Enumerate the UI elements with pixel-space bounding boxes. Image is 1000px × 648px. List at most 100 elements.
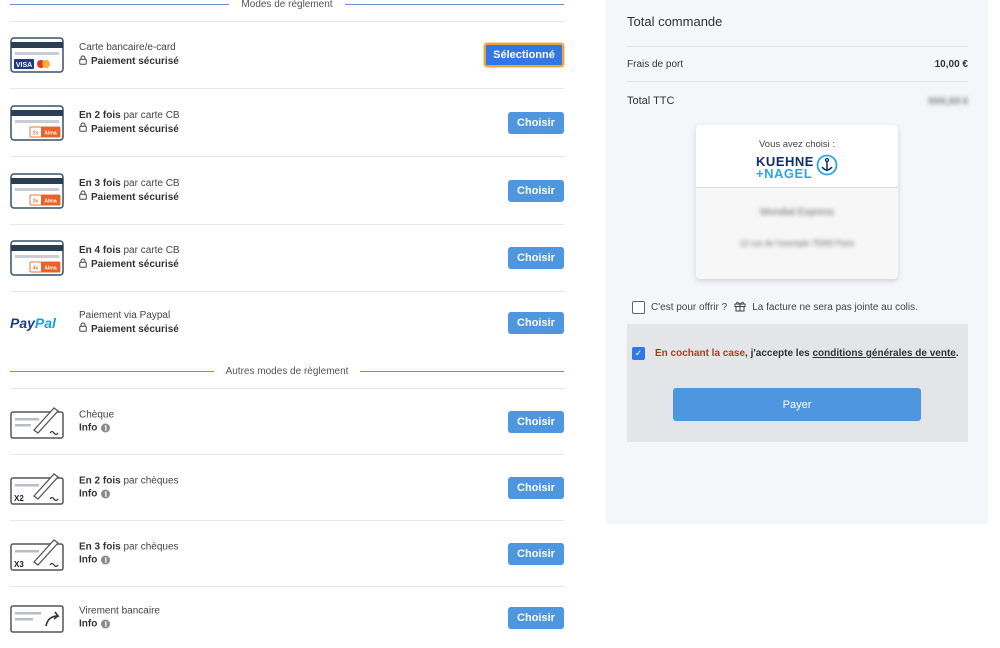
terms-acceptance[interactable]: ✓ En cochant la case , j'accepte les con… [632, 347, 959, 360]
pay-button[interactable]: Payer [673, 388, 921, 421]
info-label: Info [79, 488, 98, 500]
cheque-x3-icon: X3 [10, 536, 64, 572]
anchor-icon [816, 154, 838, 181]
summary-divider [627, 46, 968, 47]
secure-payment-label: Paiement sécurisé [91, 191, 179, 203]
installment-count: En 3 fois [79, 541, 121, 552]
total-row: Total TTC XXX,XX € [627, 94, 968, 108]
installment-count: En 2 fois [79, 109, 121, 121]
installment-count: En 4 fois [79, 245, 121, 256]
payment-methods-panel: Modes de règlement VISA Carte bancaire/e… [10, 0, 565, 648]
lock-icon [79, 55, 87, 70]
svg-text:2x: 2x [33, 130, 39, 136]
summary-divider [627, 81, 968, 82]
section-divider-online: Modes de règlement [10, 0, 565, 11]
payment-option-label: Virement bancaire [79, 605, 160, 616]
payment-option-label: Carte bancaire/e-card [79, 42, 176, 53]
cheque-icon [10, 404, 64, 440]
payment-option-4x-card[interactable]: 4x Alma En 4 fois par carte CB Paiement … [10, 224, 564, 291]
installment-method: par carte CB [120, 177, 180, 189]
info-icon[interactable]: i [101, 423, 111, 433]
payment-option-cheque[interactable]: Chèque Info i Choisir [10, 388, 564, 454]
section-title-other: Autres modes de règlement [225, 365, 349, 377]
shipping-label: Frais de port [627, 58, 684, 70]
gift-icon [734, 300, 746, 315]
installment-method: par chèques [120, 475, 179, 486]
choose-button-cheque[interactable]: Choisir [508, 410, 564, 433]
installment-method: par carte CB [120, 245, 180, 256]
terms-label-highlight: En cochant la case [655, 348, 746, 359]
installment-count: En 2 fois [79, 475, 121, 486]
terms-checkbox[interactable]: ✓ [632, 347, 645, 360]
info-label: Info [79, 554, 98, 566]
gift-note: La facture ne sera pas jointe au colis. [752, 302, 918, 313]
secure-payment-label: Paiement sécurisé [91, 56, 179, 67]
paypal-logo-pal: Pal [34, 314, 56, 331]
carrier-name: Mondial Express [760, 207, 834, 218]
paypal-logo-icon: PayPal [10, 305, 64, 341]
choose-button-3x-card[interactable]: Choisir [508, 179, 564, 202]
payment-option-2x-card[interactable]: 2x Alma En 2 fois par carte CB Paiement … [10, 88, 564, 156]
payment-option-3x-card[interactable]: 3x Alma En 3 fois par carte CB Paiement … [10, 156, 564, 224]
payment-option-transfer[interactable]: Virement bancaire Info i Choisir [10, 586, 564, 648]
payment-option-label: Paiement via Paypal [79, 309, 171, 321]
card-4x-alma-icon: 4x Alma [10, 240, 64, 276]
bank-transfer-icon [10, 600, 64, 636]
selected-button-card[interactable]: Sélectionné [484, 43, 564, 67]
lock-icon [79, 258, 87, 273]
choose-button-3x-cheque[interactable]: Choisir [508, 542, 564, 565]
choose-button-transfer[interactable]: Choisir [508, 606, 564, 629]
gift-option[interactable]: C'est pour offrir ? La facture ne sera p… [632, 300, 918, 315]
info-icon[interactable]: i [101, 489, 111, 499]
svg-text:Alma: Alma [44, 198, 56, 204]
installment-method: par chèques [120, 541, 179, 552]
total-label: Total TTC [627, 95, 675, 107]
svg-text:3x: 3x [33, 198, 39, 204]
cheque-x3-mark: X3 [14, 560, 24, 569]
payment-option-paypal[interactable]: PayPal Paiement via Paypal Paiement sécu… [10, 291, 564, 353]
terms-label-text: , j'accepte les [745, 348, 813, 359]
payment-option-label: Chèque [79, 409, 115, 420]
order-summary-panel: Total commande Frais de port 10,00 € Tot… [606, 0, 988, 524]
info-icon[interactable]: i [101, 619, 111, 629]
svg-text:4x: 4x [33, 266, 39, 272]
total-value: XXX,XX € [927, 96, 968, 106]
terms-label-end: . [955, 348, 959, 359]
card-3x-alma-icon: 3x Alma [10, 172, 64, 209]
terms-link[interactable]: conditions générales de vente [812, 348, 955, 359]
installment-method: par carte CB [120, 109, 180, 121]
payment-option-2x-cheque[interactable]: X2 En 2 fois par chèques Info i Choisir [10, 454, 564, 520]
svg-text:Alma: Alma [44, 130, 56, 136]
card-2x-alma-icon: 2x Alma [10, 104, 64, 141]
choose-button-paypal[interactable]: Choisir [508, 311, 564, 334]
gift-checkbox[interactable] [632, 301, 645, 314]
order-summary-title: Total commande [627, 14, 723, 29]
info-label: Info [79, 618, 98, 630]
cheque-x2-icon: X2 [10, 470, 64, 506]
svg-text:Alma: Alma [44, 266, 56, 272]
shipping-value: 10,00 € [934, 58, 968, 70]
payment-option-3x-cheque[interactable]: X3 En 3 fois par chèques Info i Choisir [10, 520, 564, 586]
choose-button-2x-card[interactable]: Choisir [508, 111, 564, 134]
lock-icon [79, 122, 87, 137]
info-icon[interactable]: i [101, 555, 111, 565]
lock-icon [79, 190, 87, 205]
choose-button-2x-cheque[interactable]: Choisir [508, 476, 564, 499]
choose-button-4x-card[interactable]: Choisir [508, 247, 564, 269]
cheque-x2-mark: X2 [14, 494, 24, 503]
terms-box: ✓ En cochant la case , j'accepte les con… [627, 324, 968, 442]
svg-text:VISA: VISA [16, 62, 32, 69]
payment-option-card[interactable]: VISA Carte bancaire/e-card Paiement sécu… [10, 21, 564, 88]
carrier-logo-bottom: +NAGEL [756, 165, 813, 181]
secure-payment-label: Paiement sécurisé [91, 259, 179, 270]
installment-count: En 3 fois [79, 177, 121, 189]
gift-label: C'est pour offrir ? [651, 302, 728, 313]
section-divider-other: Autres modes de règlement [10, 364, 564, 378]
credit-card-visa-mastercard-icon: VISA [10, 37, 64, 73]
carrier-address: 12 rue de l'exemple 75000 Paris [739, 239, 855, 248]
carrier-chosen-label: Vous avez choisi : [758, 139, 836, 150]
secure-payment-label: Paiement sécurisé [91, 123, 179, 135]
secure-payment-label: Paiement sécurisé [91, 323, 179, 335]
paypal-logo-pay: Pay [10, 314, 35, 331]
carrier-card: Vous avez choisi : KUEHNE +NAGEL Mondial… [696, 125, 898, 279]
